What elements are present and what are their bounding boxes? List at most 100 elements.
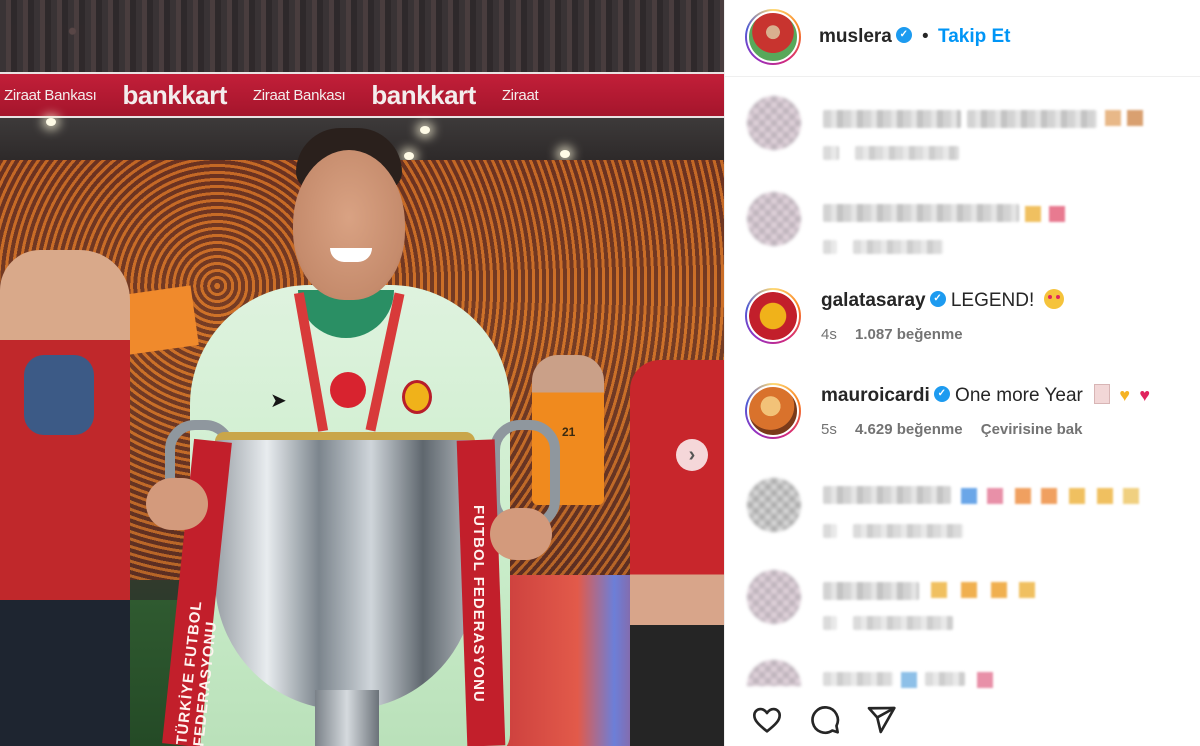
ribbon-text: FUTBOL FEDERASYONU: [470, 505, 487, 703]
blurred-emoji: [1041, 488, 1057, 504]
blurred-avatar: [747, 192, 801, 246]
follow-button[interactable]: Takip Et: [938, 26, 1011, 48]
yellow-heart-emoji-icon: ♥: [1119, 385, 1131, 405]
comment-text: One more Year: [955, 385, 1083, 406]
blurred-text: [823, 582, 919, 600]
like-button[interactable]: [751, 704, 783, 736]
comment-time[interactable]: 4s: [821, 326, 837, 343]
stadium-light: [420, 126, 430, 134]
comment-text: LEGEND!: [950, 290, 1035, 311]
red-heart-emoji-icon: ♥: [1139, 385, 1151, 405]
trophy-cup: [215, 432, 475, 710]
header-separator: •: [922, 26, 929, 47]
author-username-text[interactable]: muslera: [819, 26, 892, 47]
blurred-comment: [725, 192, 1200, 268]
security-person-left: [0, 250, 130, 746]
author-username[interactable]: muslera ✓: [819, 26, 912, 48]
share-button[interactable]: [865, 704, 897, 736]
blurred-comment: [725, 570, 1200, 646]
blurred-text: [823, 146, 839, 160]
blurred-emoji: [1025, 206, 1041, 222]
sponsor-banner: Ziraat Bankası bankkart Ziraat Bankası b…: [0, 72, 724, 118]
blurred-comment: [725, 478, 1200, 554]
blurred-emoji: [1069, 488, 1085, 504]
chevron-right-icon: ›: [688, 444, 696, 466]
stadium-light: [560, 150, 570, 158]
banner-text: Ziraat Bankası: [4, 86, 97, 104]
post-header: muslera ✓ • Takip Et: [725, 0, 1200, 77]
comment-item: galatasaray ✓ LEGEND! 4s 1.087 beğenme: [725, 288, 1200, 364]
blurred-emoji: [901, 672, 917, 688]
blurred-emoji: [991, 582, 1007, 598]
heart-eyes-emoji-icon: [1043, 288, 1064, 309]
blurred-text: [853, 524, 963, 538]
blurred-avatar: [747, 570, 801, 624]
comment-username[interactable]: mauroicardi: [821, 385, 930, 406]
banner-text: Ziraat Bankası: [252, 86, 346, 104]
blurred-text: [853, 240, 943, 254]
player-hand: [146, 478, 208, 530]
verified-badge-icon: ✓: [929, 290, 946, 307]
blurred-text: [853, 616, 953, 630]
memo-emoji-icon: [1094, 383, 1111, 404]
share-icon: [867, 706, 896, 734]
trophy-stem: [315, 690, 379, 746]
blurred-emoji: [1105, 110, 1121, 126]
banner-text: bankkart: [122, 79, 228, 110]
commenter-avatar[interactable]: [745, 383, 801, 439]
player-hand: [490, 508, 552, 560]
flag-badge: [330, 372, 366, 408]
blurred-avatar: [747, 660, 801, 686]
blurred-text: [823, 524, 837, 538]
blurred-emoji: [1097, 488, 1113, 504]
comment-likes[interactable]: 4.629 beğenme: [855, 421, 963, 438]
steward-vest-text: 21: [562, 425, 576, 439]
blurred-emoji: [1049, 206, 1065, 222]
kit-logo-icon: ➤: [270, 390, 287, 412]
blurred-text: [967, 110, 1097, 128]
see-translation-button[interactable]: Çevirisine bak: [981, 421, 1083, 438]
blurred-emoji: [961, 582, 977, 598]
security-person-right: [630, 360, 724, 746]
heart-icon: [753, 707, 781, 733]
blurred-emoji: [1123, 488, 1139, 504]
blurred-emoji: [961, 488, 977, 504]
author-avatar[interactable]: [745, 9, 801, 65]
blurred-avatar: [747, 478, 801, 532]
blurred-text: [823, 204, 1019, 222]
stadium-light: [46, 118, 56, 126]
blurred-text: [823, 616, 837, 630]
blurred-emoji: [1015, 488, 1031, 504]
verified-badge-icon: ✓: [933, 385, 950, 402]
orange-sign: [121, 285, 199, 355]
commenter-avatar[interactable]: [745, 288, 801, 344]
blurred-text: [823, 240, 837, 254]
banner-text: Ziraat: [501, 86, 539, 104]
player-head: [293, 150, 405, 300]
banner-text: bankkart: [371, 79, 476, 110]
stadium-light: [404, 152, 414, 160]
comment-time[interactable]: 5s: [821, 421, 837, 438]
comment-likes[interactable]: 1.087 beğenme: [855, 326, 963, 343]
blurred-text: [823, 110, 961, 128]
post-actions-bar: [725, 690, 1200, 746]
blurred-comment: [725, 96, 1200, 172]
next-photo-button[interactable]: ›: [676, 439, 708, 471]
comment-username[interactable]: galatasaray: [821, 290, 926, 311]
blurred-emoji: [977, 672, 993, 688]
blurred-avatar: [747, 96, 801, 150]
blurred-emoji: [987, 488, 1003, 504]
comment-item: mauroicardi ✓ One more Year ♥ ♥ 5s 4.629 …: [725, 383, 1200, 459]
blurred-text: [823, 486, 951, 504]
crowd-upper: [0, 0, 724, 78]
comment-icon: [811, 706, 840, 735]
post-side-panel: muslera ✓ • Takip Et galatasaray ✓ LEGEND!: [724, 0, 1200, 746]
blurred-emoji: [931, 582, 947, 598]
comment-button[interactable]: [809, 704, 841, 736]
post-photo: Ziraat Bankası bankkart Ziraat Bankası b…: [0, 0, 724, 746]
blurred-emoji: [1019, 582, 1035, 598]
blurred-emoji: [1127, 110, 1143, 126]
verified-badge-icon: ✓: [895, 26, 912, 43]
blurred-text: [925, 672, 965, 686]
blurred-text: [823, 672, 893, 686]
